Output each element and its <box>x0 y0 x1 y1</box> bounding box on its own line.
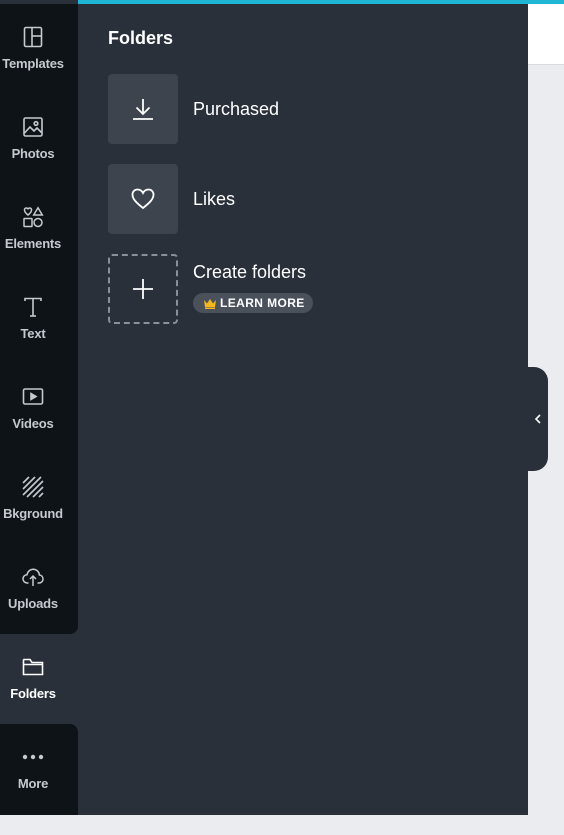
sidebar-item-uploads[interactable]: Uploads <box>0 565 78 655</box>
sidebar-item-text[interactable]: Text <box>0 295 78 385</box>
upload-cloud-icon <box>21 565 45 589</box>
more-dots-icon <box>21 745 45 769</box>
sidebar-item-label: Elements <box>4 236 62 251</box>
sidebar-item-label: Folders <box>10 686 56 701</box>
chevron-left-icon <box>534 414 541 424</box>
learn-more-label: LEARN MORE <box>220 296 305 310</box>
folder-label: Purchased <box>193 99 280 119</box>
folder-icon <box>21 655 45 679</box>
sidebar-item-label: Uploads <box>8 596 58 611</box>
video-icon <box>21 385 45 409</box>
sidebar-item-label: Bkground <box>3 506 63 521</box>
photo-icon <box>21 115 45 139</box>
create-folder-item[interactable]: Create folders LEARN MORE <box>108 254 508 324</box>
sidebar: Templates Photos Elements Text Videos Bk… <box>0 0 78 815</box>
folders-panel: Folders Purchased Likes Create folders L… <box>78 4 528 815</box>
text-icon <box>21 295 45 319</box>
plus-icon <box>133 279 153 299</box>
sidebar-item-label: Templates <box>2 56 64 71</box>
folder-label: Likes <box>193 189 236 209</box>
crown-icon <box>204 298 216 309</box>
create-folder-button[interactable] <box>108 254 178 324</box>
panel-title: Folders <box>108 28 174 48</box>
sidebar-item-folders[interactable]: Folders <box>0 655 78 745</box>
sidebar-item-videos[interactable]: Videos <box>0 385 78 475</box>
folder-thumbnail[interactable] <box>108 74 178 144</box>
layout-icon <box>21 25 45 49</box>
sidebar-item-more[interactable]: More <box>0 745 78 835</box>
sidebar-item-label: Videos <box>12 416 54 431</box>
folder-thumbnail[interactable] <box>108 164 178 234</box>
folder-label: Create folders <box>193 262 307 282</box>
sidebar-item-label: Photos <box>11 146 55 161</box>
sidebar-item-background[interactable]: Bkground <box>0 475 78 565</box>
sidebar-item-elements[interactable]: Elements <box>0 205 78 295</box>
panel-collapse-handle[interactable] <box>528 367 548 471</box>
download-icon <box>133 99 153 120</box>
shapes-icon <box>21 205 45 229</box>
sidebar-item-templates[interactable]: Templates <box>0 25 78 115</box>
folder-item-purchased[interactable]: Purchased <box>108 74 508 144</box>
folder-item-likes[interactable]: Likes <box>108 164 508 234</box>
learn-more-badge[interactable]: LEARN MORE <box>193 293 313 313</box>
canvas-area[interactable] <box>528 4 564 65</box>
sidebar-item-photos[interactable]: Photos <box>0 115 78 205</box>
background-icon <box>21 475 45 499</box>
sidebar-item-label: More <box>17 776 49 791</box>
sidebar-item-label: Text <box>20 326 46 341</box>
heart-icon <box>131 188 155 210</box>
